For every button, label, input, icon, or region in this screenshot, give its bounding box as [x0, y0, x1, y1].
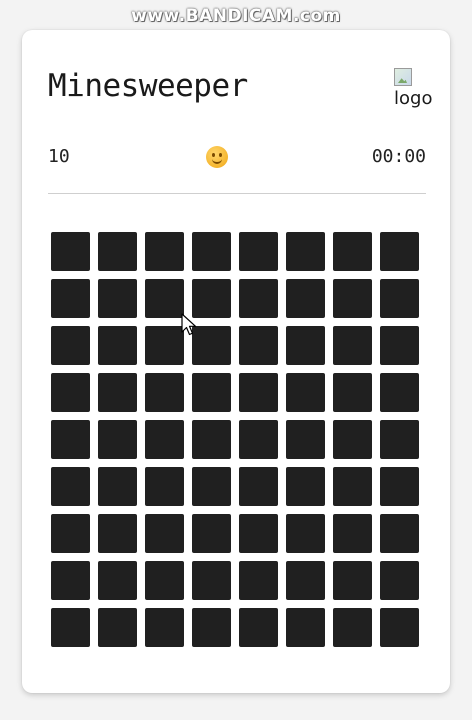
watermark-text: www.BANDICAM.com	[131, 6, 341, 26]
board-cell[interactable]	[239, 232, 278, 271]
divider	[48, 193, 426, 194]
board-cell[interactable]	[98, 561, 137, 600]
board-cell[interactable]	[380, 232, 419, 271]
board-cell[interactable]	[145, 467, 184, 506]
board-cell[interactable]	[286, 420, 325, 459]
board-cell[interactable]	[286, 514, 325, 553]
board-cell[interactable]	[333, 232, 372, 271]
board-cell[interactable]	[192, 514, 231, 553]
board-cell[interactable]	[51, 420, 90, 459]
board-cell[interactable]	[333, 326, 372, 365]
mine-board	[51, 232, 423, 652]
smiley-face-icon[interactable]	[206, 146, 228, 168]
board-cell[interactable]	[98, 514, 137, 553]
face-mouth	[212, 157, 222, 164]
board-cell[interactable]	[192, 561, 231, 600]
board-cell[interactable]	[98, 608, 137, 647]
game-card: Minesweeper logo 10 00:00	[22, 30, 450, 693]
mouse-cursor-icon	[181, 313, 197, 336]
board-cell[interactable]	[51, 279, 90, 318]
board-cell[interactable]	[380, 420, 419, 459]
status-bar: 10 00:00	[48, 146, 426, 170]
board-cell[interactable]	[98, 232, 137, 271]
board-cell[interactable]	[192, 420, 231, 459]
game-timer: 00:00	[371, 146, 426, 167]
board-cell[interactable]	[333, 561, 372, 600]
game-title: Minesweeper	[48, 68, 248, 104]
board-cell[interactable]	[98, 326, 137, 365]
board-cell[interactable]	[380, 279, 419, 318]
board-cell[interactable]	[98, 373, 137, 412]
board-cell[interactable]	[333, 514, 372, 553]
board-cell[interactable]	[145, 514, 184, 553]
board-cell[interactable]	[286, 608, 325, 647]
board-cell[interactable]	[380, 373, 419, 412]
board-cell[interactable]	[145, 326, 184, 365]
board-cell[interactable]	[333, 420, 372, 459]
board-cell[interactable]	[145, 373, 184, 412]
board-cell[interactable]	[98, 279, 137, 318]
board-cell[interactable]	[51, 373, 90, 412]
board-cell[interactable]	[380, 467, 419, 506]
board-cell[interactable]	[239, 514, 278, 553]
board-cell[interactable]	[145, 608, 184, 647]
board-cell[interactable]	[286, 232, 325, 271]
board-cell[interactable]	[51, 232, 90, 271]
board-cell[interactable]	[192, 608, 231, 647]
board-cell[interactable]	[51, 467, 90, 506]
board-cell[interactable]	[98, 467, 137, 506]
board-cell[interactable]	[51, 608, 90, 647]
board-cell[interactable]	[333, 373, 372, 412]
board-cell[interactable]	[286, 373, 325, 412]
board-cell[interactable]	[145, 420, 184, 459]
board-cell[interactable]	[380, 608, 419, 647]
board-cell[interactable]	[192, 326, 231, 365]
board-cell[interactable]	[333, 467, 372, 506]
board-cell[interactable]	[145, 279, 184, 318]
mine-counter: 10	[48, 146, 70, 167]
board-cell[interactable]	[286, 279, 325, 318]
board-cell[interactable]	[51, 514, 90, 553]
board-cell[interactable]	[98, 420, 137, 459]
broken-image-icon	[394, 68, 412, 86]
board-cell[interactable]	[239, 561, 278, 600]
board-cell[interactable]	[192, 279, 231, 318]
board-cell[interactable]	[239, 420, 278, 459]
board-cell[interactable]	[286, 326, 325, 365]
board-cell[interactable]	[239, 279, 278, 318]
board-cell[interactable]	[286, 561, 325, 600]
board-cell[interactable]	[145, 232, 184, 271]
board-cell[interactable]	[380, 514, 419, 553]
board-cell[interactable]	[145, 561, 184, 600]
board-cell[interactable]	[380, 561, 419, 600]
board-cell[interactable]	[239, 467, 278, 506]
board-cell[interactable]	[239, 608, 278, 647]
board-cell[interactable]	[333, 279, 372, 318]
board-cell[interactable]	[192, 373, 231, 412]
board-cell[interactable]	[192, 232, 231, 271]
board-cell[interactable]	[51, 326, 90, 365]
board-cell[interactable]	[239, 326, 278, 365]
board-cell[interactable]	[192, 467, 231, 506]
board-cell[interactable]	[51, 561, 90, 600]
board-cell[interactable]	[239, 373, 278, 412]
board-cell[interactable]	[286, 467, 325, 506]
board-cell[interactable]	[380, 326, 419, 365]
board-cell[interactable]	[333, 608, 372, 647]
logo-image: logo	[392, 66, 444, 112]
logo-alt-text: logo	[394, 88, 433, 109]
